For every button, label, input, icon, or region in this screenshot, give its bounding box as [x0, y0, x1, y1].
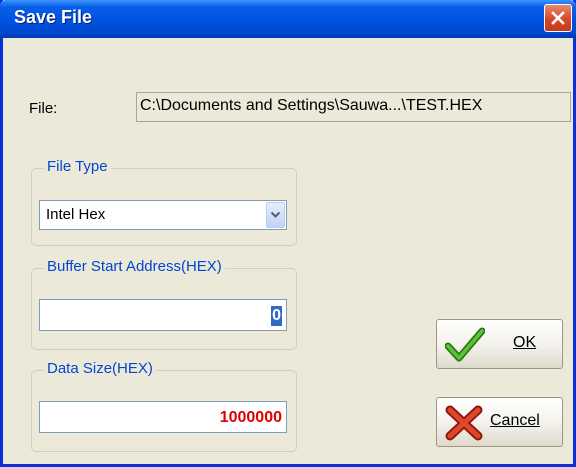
window-title: Save File	[14, 7, 93, 27]
cancel-button[interactable]: Cancel	[436, 397, 563, 447]
checkmark-icon	[445, 327, 485, 362]
save-file-dialog: Save File File: C:\Documents and Setting…	[0, 0, 576, 467]
close-icon	[551, 11, 565, 25]
cancel-button-label: Cancel	[490, 412, 540, 429]
data-size-input[interactable]: 1000000	[39, 401, 287, 433]
ok-button-label: OK	[513, 334, 537, 351]
file-type-selected-value: Intel Hex	[46, 206, 106, 223]
chevron-down-icon	[270, 211, 281, 218]
buffer-start-legend: Buffer Start Address(HEX)	[44, 258, 225, 275]
data-size-legend: Data Size(HEX)	[44, 360, 156, 377]
file-type-group: File Type Intel Hex	[31, 158, 297, 246]
ok-button[interactable]: OK	[436, 319, 563, 369]
file-path-display: C:\Documents and Settings\Sauwa...\TEST.…	[136, 92, 571, 122]
buffer-start-input[interactable]: 0	[39, 299, 287, 331]
buffer-start-group: Buffer Start Address(HEX) 0	[31, 258, 297, 350]
close-button[interactable]	[544, 4, 572, 32]
title-bar[interactable]: Save File	[0, 0, 576, 38]
file-type-select[interactable]: Intel Hex	[39, 200, 287, 230]
data-size-group: Data Size(HEX) 1000000	[31, 360, 297, 452]
file-label: File:	[29, 100, 58, 117]
x-icon	[445, 405, 483, 441]
file-type-dropdown-button[interactable]	[266, 202, 285, 228]
buffer-start-value: 0	[271, 306, 282, 326]
data-size-value: 1000000	[219, 409, 282, 426]
file-type-legend: File Type	[44, 158, 111, 175]
